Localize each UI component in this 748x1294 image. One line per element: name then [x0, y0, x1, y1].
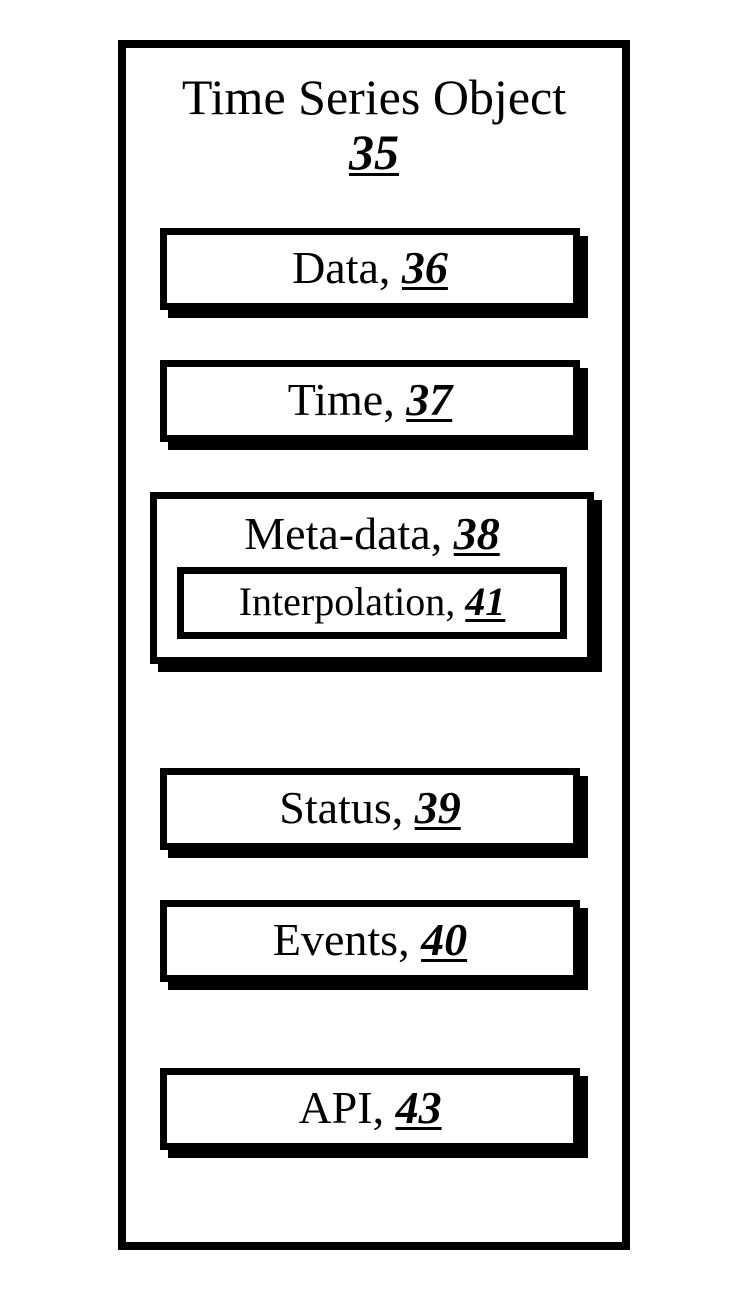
box-status-ref: 39 — [415, 782, 461, 833]
box-data: Data, 36 — [160, 228, 580, 310]
box-interpolation-label: Interpolation — [239, 579, 446, 624]
box-status: Status, 39 — [160, 768, 580, 850]
box-interpolation: Interpolation, 41 — [177, 567, 567, 639]
box-events-ref: 40 — [421, 914, 467, 965]
box-time-ref: 37 — [406, 374, 452, 425]
box-events: Events, 40 — [160, 900, 580, 982]
box-status-label: Status — [279, 782, 391, 833]
box-time-label: Time — [288, 374, 383, 425]
box-time: Time, 37 — [160, 360, 580, 442]
box-data-label: Data — [292, 242, 379, 293]
diagram-canvas: Time Series Object 35 Data, 36 Time, 37 … — [0, 0, 748, 1294]
box-meta-ref: 38 — [454, 508, 500, 559]
box-meta-label: Meta-data — [244, 508, 430, 559]
box-events-label: Events — [273, 914, 398, 965]
time-series-object-container: Time Series Object 35 Data, 36 Time, 37 … — [118, 40, 630, 1250]
box-data-ref: 36 — [402, 242, 448, 293]
box-interpolation-ref: 41 — [465, 579, 505, 624]
box-api-ref: 43 — [396, 1082, 442, 1133]
box-meta-data: Meta-data, 38 Interpolation, 41 — [150, 492, 594, 664]
box-api-label: API — [298, 1082, 372, 1133]
title-block: Time Series Object 35 — [126, 70, 622, 180]
title-label: Time Series Object — [182, 69, 566, 125]
title-ref: 35 — [349, 124, 399, 180]
box-api: API, 43 — [160, 1068, 580, 1150]
